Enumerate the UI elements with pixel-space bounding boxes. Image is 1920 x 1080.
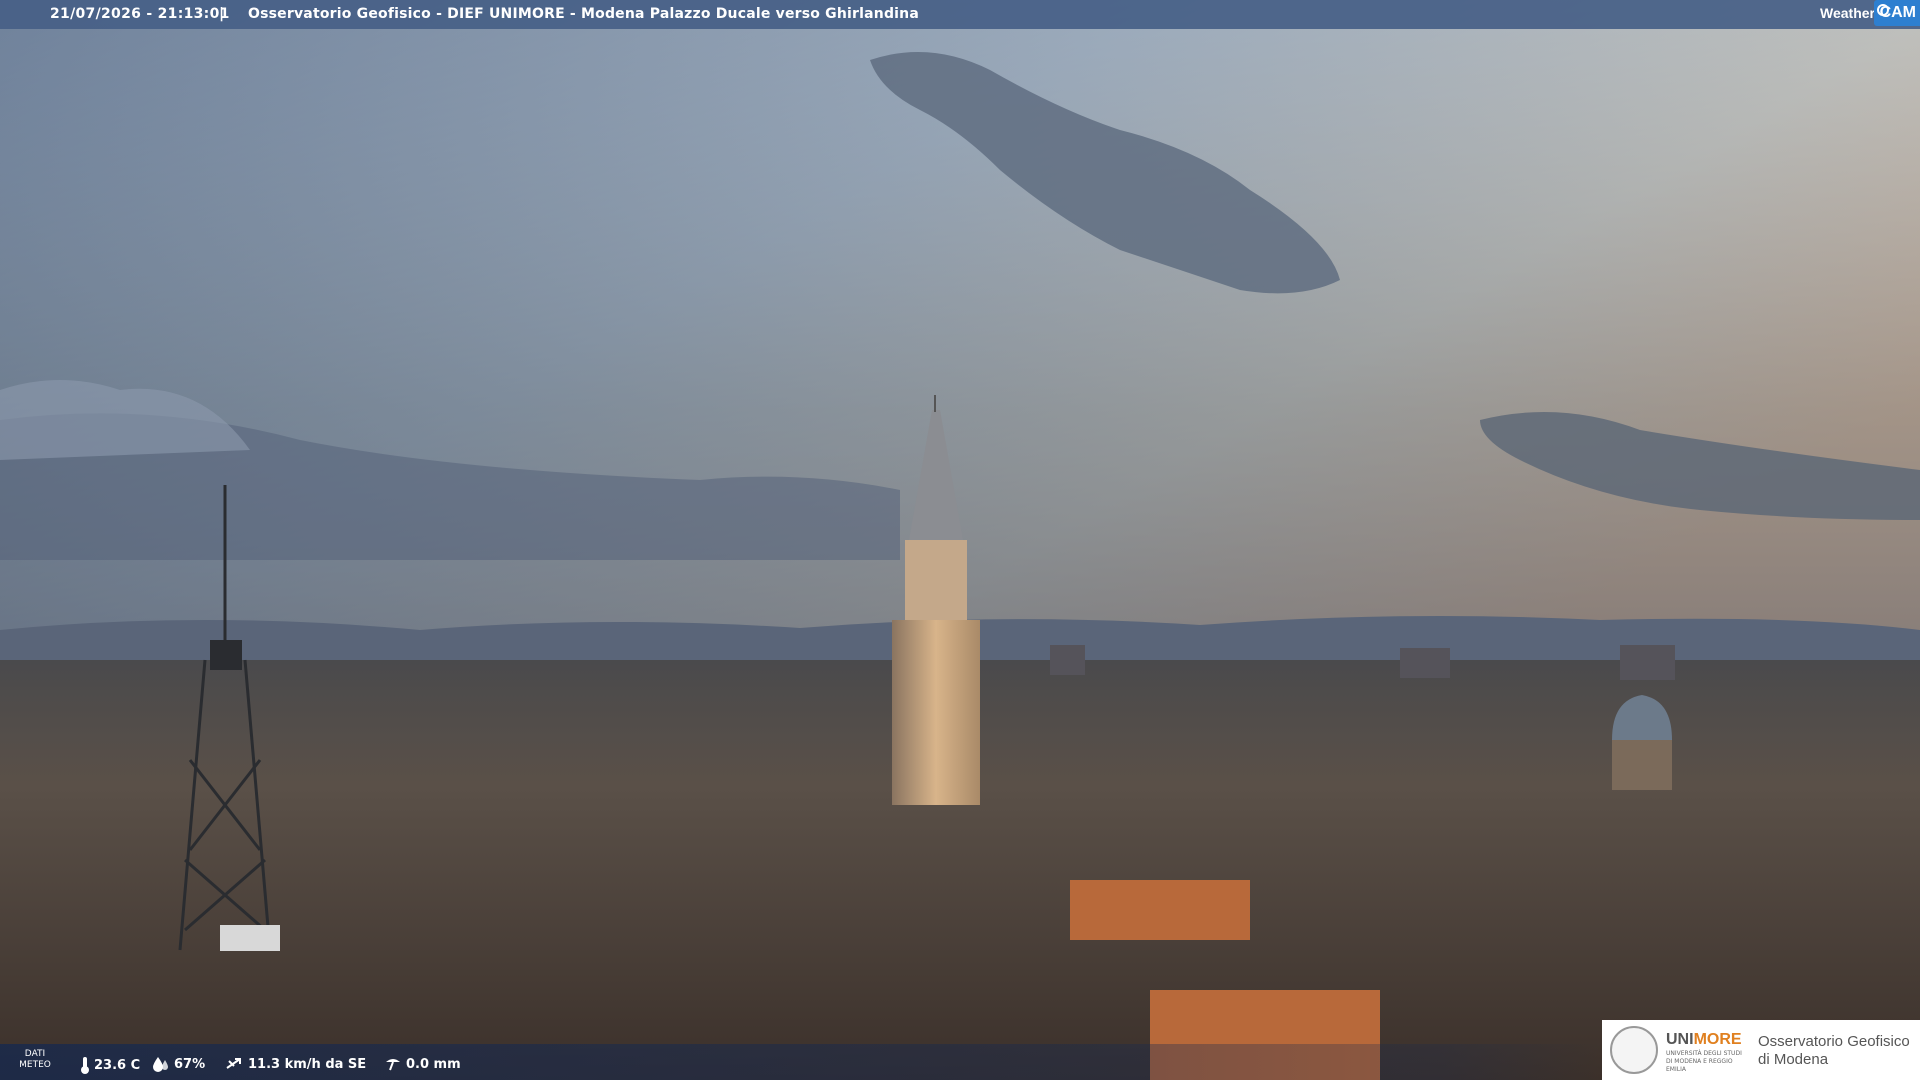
unimore-subtitle: UNIVERSITÀ DEGLI STUDI DI MODENA E REGGI… (1666, 1050, 1742, 1073)
observatory-line2: di Modena (1758, 1051, 1829, 1068)
timestamp: 21/07/2026 - 21:13:01 (50, 6, 230, 22)
humidity-reading: 67% (152, 1056, 205, 1072)
humidity-drops-icon (153, 1057, 168, 1072)
university-seal-icon (1610, 1026, 1658, 1074)
unimore-name: UNIMORE (1666, 1031, 1742, 1049)
observatory-name: Osservatorio Geofisico di Modena (1758, 1033, 1910, 1069)
humidity-value: 67% (174, 1056, 206, 1072)
weathercam-logo-cam-box: CAM (1874, 0, 1920, 26)
observatory-line1: Osservatorio Geofisico (1758, 1033, 1910, 1050)
weather-label: DATI METEO (18, 1049, 52, 1071)
wind-icon (226, 1058, 241, 1069)
camera-title: Osservatorio Geofisico - DIEF UNIMORE - … (248, 6, 919, 22)
rain-reading: 0.0 mm (384, 1056, 461, 1072)
webcam-image (0, 0, 1920, 1080)
unimore-name-more: MORE (1693, 1031, 1742, 1048)
unimore-logo: UNIMORE UNIVERSITÀ DEGLI STUDI DI MODENA… (1602, 1020, 1920, 1080)
rain-gauge-icon (386, 1059, 400, 1071)
weathercam-logo: Weather CAM (1818, 0, 1920, 26)
wind-reading: 11.3 km/h da SE (226, 1056, 366, 1072)
weather-label-line2: METEO (19, 1060, 51, 1070)
weathercam-logo-cam: CAM (1879, 4, 1916, 21)
weathercam-logo-weather: Weather (1820, 5, 1875, 21)
separator: | (219, 6, 225, 22)
temperature-value: 23.6 C (94, 1057, 141, 1073)
weather-label-line1: DATI (24, 1049, 46, 1059)
wind-value: 11.3 km/h da SE (248, 1056, 367, 1072)
caption-bar: 21/07/2026 - 21:13:01 | Osservatorio Geo… (0, 0, 1920, 29)
thermometer-icon (81, 1057, 89, 1074)
unimore-name-uni: UNI (1666, 1031, 1694, 1048)
temperature-reading: 23.6 C (80, 1056, 140, 1074)
weather-data-bar: DATI METEO 23.6 C 67% 11.3 km/h da SE 0.… (0, 1044, 1600, 1080)
rain-value: 0.0 mm (406, 1056, 461, 1072)
